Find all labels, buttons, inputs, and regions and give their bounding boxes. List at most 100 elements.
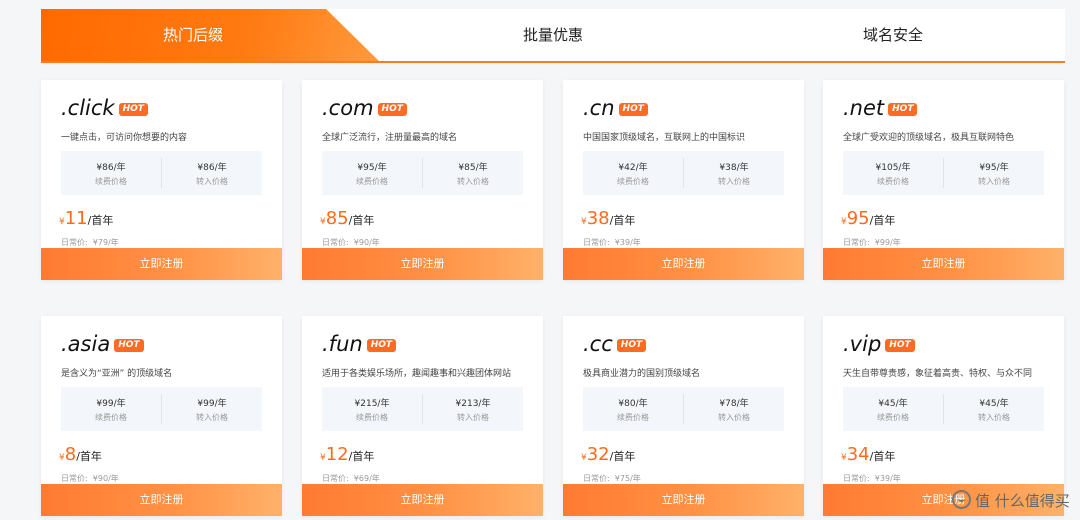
domain-description: 适用于各类娱乐场所，趣闻趣事和兴趣团体网站 — [322, 369, 512, 379]
watermark: 值 什么值得买 — [952, 490, 1070, 511]
hot-badge: HOT — [616, 339, 647, 352]
transfer-label: 转入价格 — [196, 413, 228, 422]
renew-label: 续费价格 — [95, 413, 127, 422]
transfer-price: ¥45/年 — [979, 399, 1009, 409]
domain-description: 全球广泛流行，注册量最高的域名 — [322, 133, 458, 143]
register-button[interactable]: 立即注册 — [563, 248, 804, 280]
domain-card-cn: .cn HOT 中国国家顶级域名，互联网上的中国标识 ¥42/年续费价格 ¥38/… — [563, 80, 804, 280]
regular-price: 日常价: ¥90/年 — [322, 238, 380, 247]
tab-domain-security[interactable]: 域名安全 — [863, 9, 923, 61]
domain-card-com: .com HOT 全球广泛流行，注册量最高的域名 ¥95/年续费价格 ¥85/年转… — [302, 80, 543, 280]
register-button[interactable]: 立即注册 — [302, 248, 543, 280]
transfer-label: 转入价格 — [457, 413, 489, 422]
first-year-price: ¥34/首年 — [841, 444, 896, 465]
transfer-price: ¥78/年 — [719, 399, 749, 409]
regular-price: 日常价: ¥39/年 — [843, 474, 901, 483]
hot-badge: HOT — [888, 103, 918, 116]
domain-description: 天生自带尊贵感，象征着高贵、特权、与众不同 — [843, 369, 1033, 379]
renew-label: 续费价格 — [617, 413, 649, 422]
renew-price: ¥99/年 — [96, 399, 126, 409]
hot-badge: HOT — [377, 103, 407, 116]
transfer-label: 转入价格 — [196, 177, 228, 186]
register-button[interactable]: 立即注册 — [823, 248, 1064, 280]
renew-price: ¥105/年 — [875, 163, 911, 173]
domain-description: 极具商业潜力的国别顶级域名 — [583, 369, 701, 379]
first-year-price: ¥85/首年 — [320, 208, 375, 229]
domain-name: .cn HOT — [583, 96, 648, 120]
domain-name: .net HOT — [843, 96, 918, 120]
smzdm-logo-icon — [952, 490, 971, 509]
domain-name: .click HOT — [61, 96, 148, 120]
renew-price: ¥215/年 — [354, 399, 390, 409]
renew-label: 续费价格 — [95, 177, 127, 186]
domain-card-click: .click HOT 一键点击，可访问你想要的内容 ¥86/年 续费价格 ¥86/年… — [41, 80, 282, 280]
transfer-label: 转入价格 — [718, 413, 750, 422]
regular-price: 日常价: ¥75/年 — [583, 474, 641, 483]
renew-label: 续费价格 — [356, 177, 388, 186]
register-button[interactable]: 立即注册 — [302, 484, 543, 516]
hot-badge: HOT — [118, 103, 148, 116]
domain-card-cc: .cc HOT 极具商业潜力的国别顶级域名 ¥80/年续费价格 ¥78/年转入价格… — [563, 316, 804, 516]
register-button[interactable]: 立即注册 — [41, 248, 282, 280]
register-button[interactable]: 立即注册 — [41, 484, 282, 516]
transfer-price: ¥99/年 — [197, 399, 227, 409]
first-year-price: ¥38/首年 — [581, 208, 636, 229]
renew-label: 续费价格 — [877, 177, 909, 186]
domain-card-asia: .asia HOT 是含义为“亚洲” 的顶级域名 ¥99/年续费价格 ¥99/年转… — [41, 316, 282, 516]
tab-hot-suffix[interactable]: 热门后缀 — [41, 9, 381, 63]
transfer-label: 转入价格 — [718, 177, 750, 186]
first-year-price: ¥32/首年 — [581, 444, 636, 465]
domain-description: 全球广受欢迎的顶级域名，极具互联网特色 — [843, 133, 1015, 143]
transfer-price: ¥95/年 — [979, 163, 1009, 173]
transfer-label: 转入价格 — [978, 413, 1010, 422]
domain-name: .vip HOT — [843, 332, 915, 356]
price-panel: ¥86/年 续费价格 ¥86/年 转入价格 — [61, 151, 262, 195]
tab-underline — [41, 61, 1065, 63]
tab-bulk-discount[interactable]: 批量优惠 — [523, 9, 583, 61]
renew-label: 续费价格 — [617, 177, 649, 186]
domain-name: .asia HOT — [61, 332, 144, 356]
renew-price: ¥80/年 — [618, 399, 648, 409]
domain-card-fun: .fun HOT 适用于各类娱乐场所，趣闻趣事和兴趣团体网站 ¥215/年 续费价格… — [302, 316, 543, 516]
transfer-price: ¥85/年 — [458, 163, 488, 173]
transfer-price: ¥213/年 — [455, 399, 491, 409]
price-panel: ¥215/年 续费价格 ¥213/年 转入价格 — [322, 387, 523, 431]
domain-name: .com HOT — [322, 96, 407, 120]
domain-description: 中国国家顶级域名，互联网上的中国标识 — [583, 133, 746, 143]
regular-price: 日常价: ¥69/年 — [322, 474, 380, 483]
hot-badge: HOT — [885, 339, 915, 352]
regular-price: 日常价: ¥99/年 — [843, 238, 901, 247]
price-panel: ¥45/年续费价格 ¥45/年转入价格 — [843, 387, 1044, 431]
hot-badge: HOT — [618, 103, 648, 116]
transfer-label: 转入价格 — [457, 177, 489, 186]
renew-label: 续费价格 — [877, 413, 909, 422]
renew-price: ¥42/年 — [618, 163, 648, 173]
regular-price: 日常价: ¥39/年 — [583, 238, 641, 247]
first-year-price: ¥8/首年 — [59, 444, 102, 465]
domain-name: .cc HOT — [583, 332, 647, 356]
domain-description: 是含义为“亚洲” 的顶级域名 — [61, 369, 173, 379]
price-panel: ¥80/年续费价格 ¥78/年转入价格 — [583, 387, 784, 431]
domain-name: .fun HOT — [322, 332, 397, 356]
renew-price: ¥95/年 — [357, 163, 387, 173]
regular-price: 日常价: ¥90/年 — [61, 474, 119, 483]
first-year-price: ¥11/首年 — [59, 208, 114, 229]
price-panel: ¥42/年续费价格 ¥38/年转入价格 — [583, 151, 784, 195]
price-panel: ¥105/年 续费价格 ¥95/年转入价格 — [843, 151, 1044, 195]
first-year-price: ¥95/首年 — [841, 208, 896, 229]
register-button[interactable]: 立即注册 — [563, 484, 804, 516]
price-panel: ¥99/年续费价格 ¥99/年转入价格 — [61, 387, 262, 431]
regular-price: 日常价: ¥79/年 — [61, 238, 119, 247]
renew-price: ¥45/年 — [878, 399, 908, 409]
price-panel: ¥95/年续费价格 ¥85/年转入价格 — [322, 151, 523, 195]
transfer-price: ¥38/年 — [719, 163, 749, 173]
hot-badge: HOT — [366, 339, 397, 352]
domain-card-vip: .vip HOT 天生自带尊贵感，象征着高贵、特权、与众不同 ¥45/年续费价格 … — [823, 316, 1064, 516]
tab-bar: 热门后缀 批量优惠 域名安全 — [41, 9, 1065, 63]
first-year-price: ¥12/首年 — [320, 444, 375, 465]
transfer-label: 转入价格 — [978, 177, 1010, 186]
hot-badge: HOT — [114, 339, 144, 352]
transfer-price: ¥86/年 — [197, 163, 227, 173]
renew-label: 续费价格 — [356, 413, 388, 422]
tab-label: 热门后缀 — [163, 26, 224, 44]
